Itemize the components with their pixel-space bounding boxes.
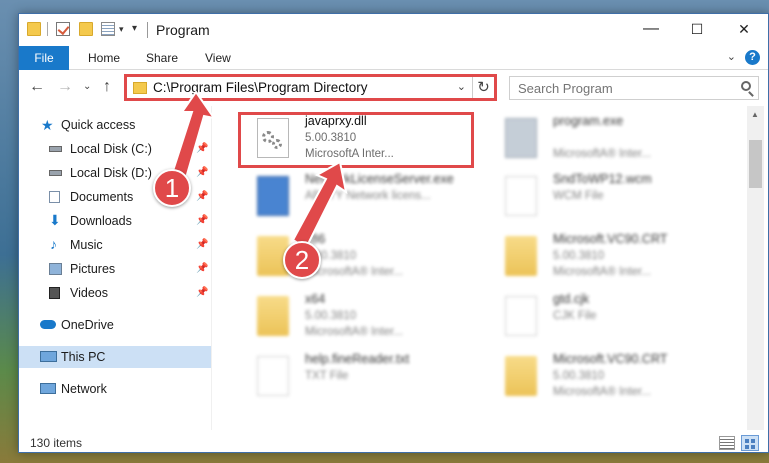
callout-badge-1: 1 <box>153 169 191 207</box>
callout-badge-2: 2 <box>283 241 321 279</box>
arrow-2 <box>291 160 348 250</box>
arrow-1 <box>170 90 217 180</box>
callout-arrows <box>170 90 348 250</box>
